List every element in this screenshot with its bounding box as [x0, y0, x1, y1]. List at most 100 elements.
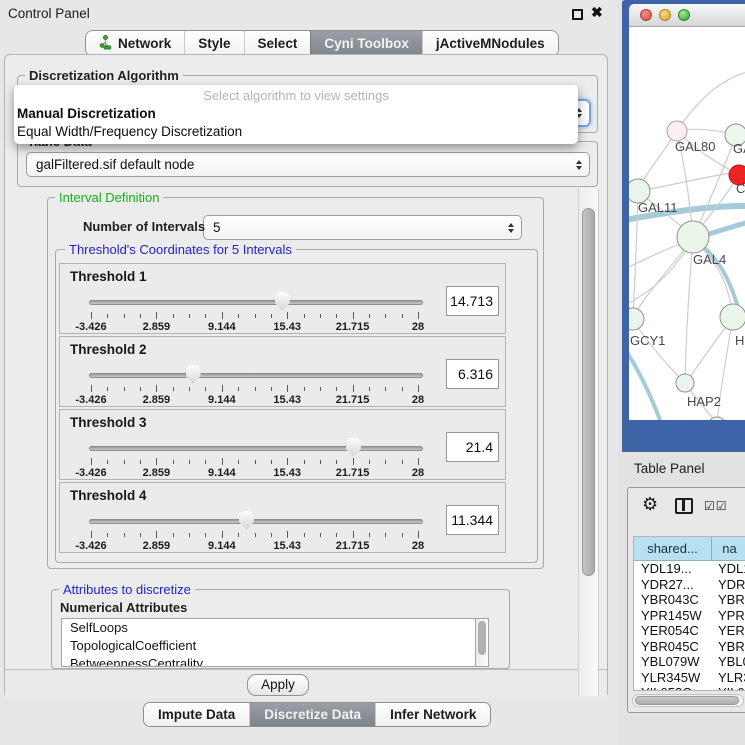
table-row[interactable]: YIL052CYIL0...	[634, 685, 745, 691]
tab-label: Network	[118, 36, 171, 51]
column-header[interactable]: na	[712, 537, 745, 561]
attribute-list-item[interactable]: SelfLoops	[62, 619, 488, 637]
scrollbar-thumb[interactable]	[582, 208, 595, 576]
tab-style[interactable]: Style	[184, 31, 243, 56]
scrollbar-thumb[interactable]	[478, 621, 486, 655]
tick-label: 28	[412, 540, 424, 552]
zoom-traffic-light-icon[interactable]	[678, 9, 690, 21]
table-cell: YDR2...	[712, 577, 745, 593]
network-node-label: GAL80	[675, 139, 715, 154]
tick-label: 2.859	[143, 394, 171, 406]
slider-track[interactable]	[89, 300, 423, 305]
threshold-value-field[interactable]: 6.316	[446, 359, 499, 389]
minimize-traffic-light-icon[interactable]	[659, 9, 671, 21]
attributes-list-scrollbar[interactable]	[475, 618, 489, 667]
threshold-slider[interactable]: -3.4262.8599.14415.4321.71528	[89, 509, 423, 551]
network-edge[interactable]	[633, 321, 681, 379]
network-edge[interactable]	[629, 349, 661, 420]
threshold-value-field[interactable]: 14.713	[446, 286, 499, 316]
table-row[interactable]: YBL079WYBL0...	[634, 654, 745, 670]
threshold-value-field[interactable]: 11.344	[446, 505, 499, 535]
slider-thumb[interactable]	[275, 292, 290, 311]
slider-ticks	[91, 458, 418, 466]
table-cell: YIL052C	[634, 685, 712, 691]
table-row[interactable]: YER054CYER0...	[634, 623, 745, 639]
attribute-list-item[interactable]: TopologicalCoefficient	[62, 637, 488, 655]
table-row[interactable]: YLR345WYLR3...	[634, 670, 745, 686]
tab-select[interactable]: Select	[244, 31, 311, 56]
threshold-slider[interactable]: -3.4262.8599.14415.4321.71528	[89, 363, 423, 405]
network-node[interactable]	[676, 374, 694, 392]
tick-label: -3.426	[75, 540, 106, 552]
tab-cyni-toolbox[interactable]: Cyni Toolbox	[310, 31, 422, 56]
slider-thumb[interactable]	[346, 438, 361, 457]
tick-label: 2.859	[143, 321, 171, 333]
table-data-selected-value: galFiltered.sif default node	[36, 157, 194, 172]
column-header[interactable]: shared...	[634, 537, 712, 561]
float-window-icon[interactable]	[572, 9, 583, 20]
table-data-combobox[interactable]: galFiltered.sif default node	[26, 152, 590, 177]
tab-impute-data[interactable]: Impute Data	[144, 703, 249, 726]
table-row[interactable]: YPR145WYPR1...	[634, 608, 745, 624]
tab-infer-network[interactable]: Infer Network	[375, 703, 490, 726]
table-row[interactable]: YBR045CYBR0...	[634, 639, 745, 655]
network-window-titlebar[interactable]	[629, 4, 745, 27]
scrollbar-thumb[interactable]	[635, 696, 739, 705]
network-node[interactable]	[708, 417, 726, 420]
table-cell: YLR3...	[712, 670, 745, 686]
gear-icon[interactable]: ⚙	[642, 494, 658, 515]
slider-track[interactable]	[89, 373, 423, 378]
tab-discretize-data[interactable]: Discretize Data	[249, 703, 375, 726]
network-edge[interactable]	[677, 71, 745, 131]
tab-jactivemnodules[interactable]: jActiveMNodules	[422, 31, 558, 56]
table-cell: YBR0...	[712, 639, 745, 655]
network-node[interactable]	[667, 121, 687, 141]
slider-track[interactable]	[89, 519, 423, 524]
network-node[interactable]	[677, 221, 709, 253]
slider-track[interactable]	[89, 446, 423, 451]
tick-label: 15.43	[273, 321, 301, 333]
threshold-slider[interactable]: -3.4262.8599.14415.4321.71528	[89, 290, 423, 332]
threshold-panel: Threshold 1 -3.4262.8599.14415.4321.7152…	[59, 263, 506, 334]
number-of-intervals-combobox[interactable]: 5	[203, 215, 522, 240]
network-node[interactable]	[629, 308, 644, 330]
close-icon[interactable]: ✖	[591, 4, 603, 21]
threshold-value-field[interactable]: 21.4	[446, 432, 499, 462]
network-node[interactable]	[720, 304, 745, 330]
slider-tick-labels: -3.4262.8599.14415.4321.71528	[91, 540, 418, 552]
table-row[interactable]: YDR27...YDR2...	[634, 577, 745, 593]
top-tab-bar: Network Style Select Cyni Toolbox jActiv…	[85, 30, 559, 57]
table-cell: YBL0...	[712, 654, 745, 670]
tick-label: -3.426	[75, 321, 106, 333]
network-edge[interactable]	[685, 239, 693, 381]
network-edge[interactable]	[629, 241, 687, 269]
dropdown-option[interactable]: Manual Discretization	[17, 106, 575, 123]
table-horizontal-scrollbar[interactable]	[632, 694, 744, 707]
attribute-list-item[interactable]: BetweennessCentrality	[62, 655, 488, 667]
network-node-label: GCY1	[630, 333, 665, 348]
slider-thumb[interactable]	[186, 365, 201, 384]
number-of-intervals-value: 5	[213, 220, 221, 235]
network-node-label: C	[736, 181, 745, 196]
threshold-slider[interactable]: -3.4262.8599.14415.4321.71528	[89, 436, 423, 478]
columns-icon[interactable]	[675, 498, 693, 514]
threshold-label: Threshold 3	[70, 415, 147, 430]
table-row[interactable]: YBR043CYBR0...	[634, 592, 745, 608]
table-cell: YBR043C	[634, 592, 712, 608]
tab-network[interactable]: Network	[86, 31, 184, 56]
slider-thumb[interactable]	[239, 511, 254, 530]
apply-button[interactable]: Apply	[247, 674, 309, 696]
dropdown-option[interactable]: Equal Width/Frequency Discretization	[17, 124, 575, 141]
numerical-attributes-label: Numerical Attributes	[56, 600, 191, 615]
table-row[interactable]: YDL19...YDL1...	[634, 561, 745, 577]
threshold-panel: Threshold 4 -3.4262.8599.14415.4321.7152…	[59, 482, 506, 553]
slider-tick-labels: -3.4262.8599.14415.4321.71528	[91, 394, 418, 406]
close-traffic-light-icon[interactable]	[640, 9, 652, 21]
panel-vertical-scrollbar[interactable]	[578, 188, 599, 696]
attributes-list[interactable]: SelfLoopsTopologicalCoefficientBetweenne…	[61, 618, 489, 667]
slider-tick-labels: -3.4262.8599.14415.4321.71528	[91, 321, 418, 333]
table-cell: YPR1...	[712, 608, 745, 624]
network-canvas[interactable]: GAL80GACGAL11GAL4GCY1HHAP2	[629, 27, 745, 420]
threshold-label: Threshold 4	[70, 488, 147, 503]
checkboxes-icon[interactable]: ☑☑	[704, 499, 728, 513]
